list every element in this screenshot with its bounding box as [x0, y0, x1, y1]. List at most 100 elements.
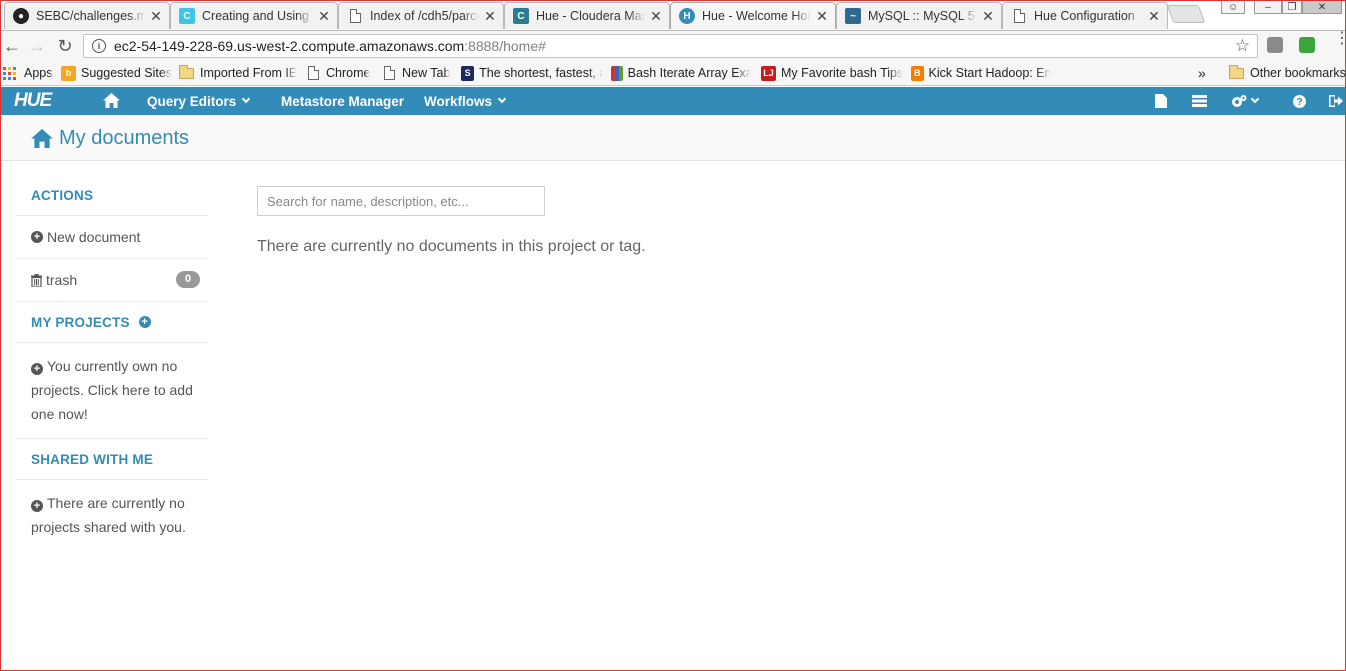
blogger-icon: B: [911, 65, 924, 81]
tab-label: Hue - Welcome Home: [702, 9, 811, 23]
extension-print-icon[interactable]: [1299, 37, 1315, 53]
bookmark-new-tab[interactable]: New Tab: [384, 64, 450, 82]
bookmark-label: Bash Iterate Array Examples: [627, 66, 751, 80]
bookmark-label: Imported From IE: [200, 66, 298, 80]
close-window-icon[interactable]: ✕: [1302, 0, 1342, 14]
no-projects-text: You currently own no projects. Click her…: [31, 358, 193, 422]
no-projects-link[interactable]: + You currently own no projects. Click he…: [16, 343, 208, 439]
bookmark-label: Apps: [24, 66, 53, 80]
close-icon[interactable]: ✕: [149, 8, 163, 25]
hue-navbar: HUE Query Editors Metastore Manager Work…: [0, 87, 1346, 115]
tab-creating-and-using[interactable]: C Creating and Using ✕: [170, 2, 338, 29]
my-projects-label: MY PROJECTS: [31, 314, 130, 330]
hue-icon: H: [679, 8, 695, 24]
bookmarks-overflow-chevron-icon[interactable]: »: [1198, 64, 1206, 82]
settings-cogs-icon[interactable]: [1231, 94, 1260, 108]
bookmark-suggested-sites[interactable]: b Suggested Sites: [61, 64, 172, 82]
shared-with-me-heading: SHARED WITH ME: [16, 439, 208, 480]
plus-circle-icon: +: [31, 231, 43, 243]
reload-icon[interactable]: ↻: [53, 34, 77, 58]
tab-sebc-challenges[interactable]: ● SEBC/challenges.md ✕: [4, 2, 170, 29]
bookmark-label: My Favorite bash Tips: [780, 66, 903, 80]
hue-logo[interactable]: HUE: [14, 91, 52, 110]
bookmark-shortest-fastest[interactable]: S The shortest, fastest, and: [461, 64, 603, 82]
tab-label: Index of /cdh5/parcels: [370, 9, 479, 23]
add-project-icon[interactable]: +: [138, 316, 151, 328]
bookmark-apps[interactable]: Apps: [3, 64, 53, 82]
bookmark-bash-iterate[interactable]: Bash Iterate Array Examples: [611, 64, 751, 82]
tab-hue-configuration[interactable]: Hue Configuration ✕: [1002, 2, 1168, 29]
page-icon: [347, 8, 363, 24]
restore-icon[interactable]: ❐: [1282, 0, 1302, 14]
no-shared-projects: + There are currently no projects shared …: [16, 480, 208, 551]
chevron-down-icon: [497, 94, 507, 104]
tab-hue-welcome-home[interactable]: H Hue - Welcome Home ✕: [670, 2, 836, 29]
page-icon: [1011, 8, 1027, 24]
trash-link[interactable]: trash 0: [16, 259, 208, 302]
forward-icon[interactable]: →: [25, 34, 49, 58]
nav-query-editors[interactable]: Query Editors: [147, 87, 251, 115]
new-tab-button[interactable]: [1166, 5, 1206, 23]
site-info-icon[interactable]: i: [92, 39, 106, 53]
home-icon[interactable]: [103, 92, 120, 108]
document-search-input[interactable]: [257, 186, 545, 216]
actions-heading: ACTIONS: [16, 175, 208, 216]
my-projects-heading: MY PROJECTS +: [16, 302, 208, 343]
close-icon[interactable]: ✕: [1147, 8, 1161, 25]
bookmark-chrome[interactable]: Chrome: [308, 64, 370, 82]
nav-metastore-label: Metastore Manager: [281, 93, 405, 109]
new-document-label: New document: [47, 229, 141, 245]
tab-label: Creating and Using: [202, 9, 310, 23]
documents-icon[interactable]: [1155, 94, 1167, 108]
nav-workflows[interactable]: Workflows: [424, 87, 507, 115]
nav-query-editors-label: Query Editors: [147, 93, 237, 109]
tab-label: Hue Configuration: [1034, 9, 1135, 23]
tab-mysql[interactable]: ~ MySQL :: MySQL 5.7 ✕: [836, 2, 1002, 29]
help-icon[interactable]: ?: [1293, 94, 1306, 108]
user-profile-icon[interactable]: ☺: [1221, 0, 1245, 14]
github-icon: ●: [13, 8, 29, 24]
page-icon: [384, 66, 395, 80]
bookmark-imported-from-ie[interactable]: Imported From IE: [179, 64, 297, 82]
bookmarks-bar: Apps b Suggested Sites Imported From IE …: [0, 60, 1346, 86]
close-icon[interactable]: ✕: [317, 8, 331, 25]
address-bar[interactable]: i ec2-54-149-228-69.us-west-2.compute.am…: [83, 34, 1258, 58]
table-list-icon[interactable]: [1192, 94, 1207, 108]
bookmark-label: Other bookmarks: [1250, 66, 1346, 80]
tab-label: MySQL :: MySQL 5.7: [868, 9, 977, 23]
close-icon[interactable]: ✕: [483, 8, 497, 25]
page-header: My documents: [0, 115, 1346, 161]
page-title: My documents: [31, 127, 189, 150]
apps-grid-icon: [3, 66, 16, 80]
page-title-text: My documents: [59, 127, 190, 149]
new-document-link[interactable]: + New document: [16, 216, 208, 259]
url-host: ec2-54-149-228-69.us-west-2.compute.amaz…: [114, 38, 465, 54]
close-icon[interactable]: ✕: [815, 8, 829, 25]
nav-metastore-manager[interactable]: Metastore Manager: [281, 87, 404, 115]
close-icon[interactable]: ✕: [649, 8, 663, 25]
bookmark-favorite-bash-tips[interactable]: LJ My Favorite bash Tips: [761, 64, 903, 82]
folder-icon: [1229, 64, 1244, 79]
tab-hue-cloudera-manager[interactable]: C Hue - Cloudera Manager ✕: [504, 2, 670, 29]
bookmark-other-bookmarks[interactable]: Other bookmarks: [1229, 64, 1346, 82]
nav-workflows-label: Workflows: [424, 93, 493, 109]
sign-out-icon[interactable]: [1329, 94, 1343, 108]
lj-icon: LJ: [761, 65, 776, 81]
tab-index-of-cdh5[interactable]: Index of /cdh5/parcels ✕: [338, 2, 504, 29]
chevron-down-icon: [1250, 94, 1260, 104]
no-shared-text: There are currently no projects shared w…: [31, 495, 186, 535]
minimize-icon[interactable]: –: [1254, 0, 1282, 14]
url-path: :8888/home#: [464, 38, 546, 54]
bookmark-label: Kick Start Hadoop: Enable: [928, 66, 1051, 80]
sidebar: ACTIONS + New document trash 0 MY PROJEC…: [16, 175, 208, 551]
bookmark-label: The shortest, fastest, and: [479, 66, 603, 80]
browser-menu-icon[interactable]: ⋮: [1334, 31, 1346, 47]
bookmark-star-icon[interactable]: ☆: [1235, 36, 1250, 56]
bookmark-kick-start-hadoop[interactable]: B Kick Start Hadoop: Enable: [911, 64, 1051, 82]
bookmark-label: New Tab: [402, 66, 451, 80]
trash-icon: [31, 273, 42, 287]
bing-icon: b: [61, 65, 76, 81]
extension-icon[interactable]: [1267, 37, 1283, 53]
back-icon[interactable]: ←: [0, 34, 24, 58]
close-icon[interactable]: ✕: [981, 8, 995, 25]
